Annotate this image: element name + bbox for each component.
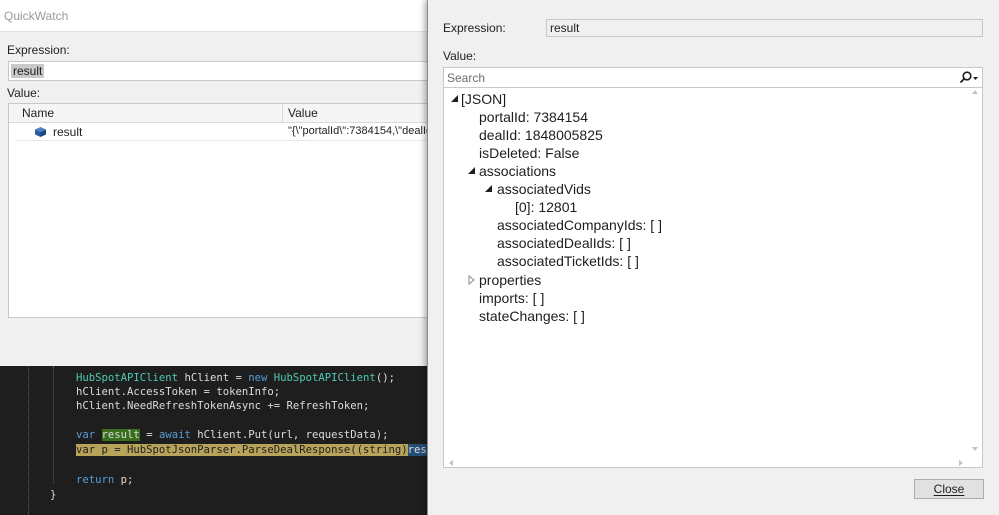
code-line-2: hClient.AccessToken = tokenInfo; [76, 386, 281, 398]
search-icon [959, 71, 978, 84]
current-statement-highlight: var p = HubSpotJsonParser.ParseDealRespo… [76, 444, 408, 456]
scroll-arrows [972, 90, 978, 451]
scroll-arrows-horizontal [449, 460, 963, 466]
column-header-name[interactable]: Name [17, 104, 283, 123]
quickwatch-value-grid: Name Value result "{\"portalId\":7384154… [8, 103, 432, 318]
indent-guide [53, 366, 54, 484]
closing-brace: } [50, 489, 57, 501]
column-header-value[interactable]: Value [283, 104, 433, 123]
tree-node-root[interactable]: [JSON] [450, 90, 506, 108]
expanded-arrow-icon[interactable] [484, 184, 494, 194]
quickwatch-titlebar[interactable]: QuickWatch [0, 0, 430, 32]
tree-node-statechanges[interactable]: stateChanges: [ ] [479, 307, 585, 325]
search-bar [444, 68, 982, 88]
expanded-arrow-icon[interactable] [450, 94, 460, 104]
tree-node-portalid[interactable]: portalId: 7384154 [479, 108, 588, 126]
quickwatch-window: QuickWatch Expression: result Value: Nam… [0, 0, 432, 366]
search-button[interactable] [954, 70, 980, 86]
code-line-1: HubSpotAPIClient hClient = new HubSpotAP… [76, 372, 395, 384]
tree-node-associations[interactable]: associations [467, 162, 556, 180]
visualizer-expression-label: Expression: [443, 21, 506, 35]
code-line-6: return p; [76, 474, 134, 486]
tree-node-dealid[interactable]: dealId: 1848005825 [479, 126, 603, 144]
quickwatch-value-label: Value: [7, 86, 41, 100]
table-row[interactable]: result "{\"portalId\":7384154,\"dealId [17, 123, 432, 141]
expanded-arrow-icon[interactable] [467, 166, 477, 176]
code-line-3: hClient.NeedRefreshTokenAsync += Refresh… [76, 400, 370, 412]
visualizer-value-label: Value: [443, 49, 477, 63]
tree-node-properties[interactable]: properties [467, 271, 541, 289]
row-name: result [53, 125, 83, 139]
quickwatch-title: QuickWatch [4, 9, 69, 23]
quickwatch-grid-header: Name Value [9, 104, 429, 123]
json-visualizer-dialog: Expression: result Value: [JSON] portalI… [427, 0, 999, 515]
highlighted-variable: result [101, 429, 140, 441]
tree-node-associateddealids[interactable]: associatedDealIds: [ ] [497, 234, 631, 252]
code-line-5: var p = HubSpotJsonParser.ParseDealRespo… [76, 443, 427, 457]
indent-guide [28, 366, 29, 515]
row-value: "{\"portalId\":7384154,\"dealId [288, 125, 433, 137]
quickwatch-expression-text: result [11, 64, 45, 78]
scroll-left-icon [449, 460, 453, 466]
tree-node-associatedticketids[interactable]: associatedTicketIds: [ ] [497, 252, 639, 270]
tree-node-vid-0[interactable]: [0]: 12801 [515, 198, 577, 216]
quickwatch-expression-label: Expression: [7, 43, 70, 57]
tree-node-isdeleted[interactable]: isDeleted: False [479, 144, 579, 162]
search-input[interactable] [447, 70, 947, 86]
horizontal-scrollbar[interactable] [444, 457, 968, 467]
scroll-down-icon [972, 447, 978, 451]
close-button[interactable]: Close [914, 479, 984, 499]
collapsed-arrow-icon[interactable] [467, 275, 477, 285]
code-editor[interactable]: HubSpotAPIClient hClient = new HubSpotAP… [0, 366, 430, 515]
scroll-right-icon [959, 460, 963, 466]
tree-node-associatedvids[interactable]: associatedVids [484, 180, 591, 198]
json-tree: [JSON] portalId: 7384154 dealId: 1848005… [444, 88, 968, 461]
visualizer-expression-input[interactable]: result [546, 19, 983, 37]
scroll-up-icon [972, 90, 978, 94]
object-icon [35, 127, 46, 137]
tree-node-associatedcompanyids[interactable]: associatedCompanyIds: [ ] [497, 216, 662, 234]
json-tree-panel: [JSON] portalId: 7384154 dealId: 1848005… [443, 67, 983, 468]
vertical-scrollbar[interactable] [968, 88, 982, 467]
quickwatch-expression-input[interactable]: result [8, 61, 430, 81]
tree-node-imports[interactable]: imports: [ ] [479, 289, 544, 307]
code-line-4: var result = await hClient.Put(url, requ… [76, 429, 389, 441]
selection-highlight: res [407, 444, 427, 456]
